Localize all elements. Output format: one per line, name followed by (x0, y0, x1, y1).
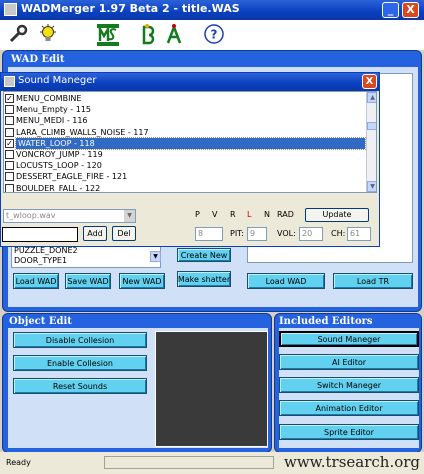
object-preview[interactable] (155, 331, 268, 447)
help-icon[interactable]: ? (202, 23, 226, 47)
sound-list-item[interactable]: DESSERT_EAGLE_FIRE - 121 (4, 171, 364, 182)
app-title: WADMerger 1.97 Beta 2 - title.WAS (21, 2, 240, 15)
chevron-down-icon[interactable]: ▼ (150, 251, 161, 262)
sound-list-item-label: MENU_COMBINE (16, 94, 82, 103)
checkbox[interactable] (5, 116, 14, 126)
sound-list-item-label: VONCROY_JUMP - 119 (16, 150, 103, 159)
make-shatter-button[interactable]: Make shatter (177, 271, 231, 287)
del-button[interactable]: Del (112, 226, 136, 241)
load-wad-button[interactable]: Load WAD (13, 273, 59, 289)
switch-maneger-button[interactable]: Switch Maneger (279, 377, 419, 393)
animation-editor-button[interactable]: Animation Editor (279, 400, 419, 416)
lightbulb-icon[interactable] (36, 23, 60, 47)
dialog-close-button[interactable]: X (362, 74, 377, 89)
enable-collision-button[interactable]: Enable Collesion (13, 355, 147, 371)
checkbox[interactable] (5, 172, 14, 182)
object-edit-title: Object Edit (9, 316, 72, 327)
status-bar: Ready www.trsearch.org (0, 452, 424, 474)
ai-editor-button[interactable]: AI Editor (279, 354, 419, 370)
wad-edit-title: WAD Edit (11, 54, 65, 65)
load-wad-right-button[interactable]: Load WAD (247, 273, 325, 289)
dialog-title: Sound Maneger (18, 75, 97, 86)
sound-list-item-label: LARA_CLIMB_WALLS_NOISE - 117 (16, 127, 149, 137)
checkbox[interactable] (5, 183, 14, 192)
left-object-list[interactable]: PUZZLE_DONE2 DOOR_TYPE1 (11, 244, 161, 268)
save-wad-button[interactable]: Save WAD (65, 273, 111, 289)
sound-list-item[interactable]: ✓ MENU_COMBINE (4, 93, 364, 104)
new-wad-button[interactable]: New WAD (119, 273, 165, 289)
update-button[interactable]: Update (305, 208, 369, 222)
ch-label: CH: (331, 229, 346, 238)
checkbox[interactable]: ✓ (5, 94, 14, 103)
disable-collision-button[interactable]: Disable Collesion (13, 332, 147, 348)
flag-l-label: L (247, 210, 252, 219)
sound-list-item-label: LOCUSTS_LOOP - 120 (16, 161, 102, 171)
flag-p-label: P (195, 210, 200, 219)
first-value-field[interactable]: 8 (195, 227, 223, 241)
included-editors-panel: Included Editors Sound Maneger AI Editor… (274, 313, 422, 453)
flag-r-label: R (230, 210, 236, 219)
chevron-down-icon[interactable]: ▼ (124, 210, 135, 222)
scroll-down-icon[interactable]: ▼ (367, 181, 376, 192)
checkbox[interactable] (5, 161, 14, 171)
sound-list-item[interactable]: LOCUSTS_LOOP - 120 (4, 160, 364, 171)
list-item[interactable]: PUZZLE_DONE2 (14, 246, 160, 256)
scroll-up-icon[interactable]: ▲ (367, 92, 376, 103)
sound-name-input[interactable] (2, 227, 78, 242)
add-button[interactable]: Add (83, 226, 107, 241)
list-item[interactable]: DOOR_TYPE1 (14, 256, 160, 266)
sound-list-item[interactable]: MENU_MEDI - 116 (4, 115, 364, 126)
minimize-button[interactable]: _ (382, 2, 399, 18)
status-text: Ready (6, 458, 31, 467)
pit-label: PIT: (230, 229, 244, 238)
sound-list-item[interactable]: LARA_CLIMB_WALLS_NOISE - 117 (4, 127, 364, 138)
flag-rad-label: RAD (277, 210, 294, 219)
sound-list-item-label: Menu_Empty - 115 (16, 105, 92, 115)
sound-maneger-button[interactable]: Sound Maneger (279, 331, 419, 347)
vol-field[interactable]: 20 (299, 227, 323, 241)
sound-list[interactable]: ✓ MENU_COMBINE Menu_Empty - 115 MENU_MEDI -… (3, 91, 377, 193)
green-letters-icon[interactable] (140, 23, 186, 47)
wad-tool-icon[interactable] (96, 23, 120, 47)
toolbar: ? (0, 20, 424, 50)
app-titlebar[interactable]: WADMerger 1.97 Beta 2 - title.WAS _ X (0, 0, 424, 20)
checkbox[interactable]: ✓ (5, 138, 14, 148)
reset-sounds-button[interactable]: Reset Sounds (13, 378, 147, 394)
object-edit-panel: Object Edit Disable Collesion Enable Col… (2, 313, 272, 453)
sound-list-item[interactable]: Menu_Empty - 115 (4, 104, 364, 115)
pit-field[interactable]: 9 (247, 227, 267, 241)
watermark-text: www.trsearch.org (284, 453, 421, 471)
sound-list-item-label: BOULDER_FALL - 122 (16, 183, 101, 193)
scroll-thumb[interactable] (367, 122, 376, 130)
included-editors-title: Included Editors (279, 316, 373, 327)
sound-list-item-label: MENU_MEDI - 116 (16, 116, 88, 126)
wrench-icon[interactable] (6, 23, 30, 47)
vol-label: VOL: (277, 229, 296, 238)
create-new-button[interactable]: Create New (177, 248, 231, 262)
dialog-titlebar[interactable]: Sound Maneger X (1, 73, 379, 91)
app-icon (4, 3, 17, 16)
wav-file-select[interactable]: t_wloop.wav (3, 209, 136, 223)
dialog-app-icon (4, 76, 15, 87)
progress-bar (104, 456, 274, 469)
sound-maneger-dialog: Sound Maneger X ✓ MENU_COMBINE Menu_Empty … (0, 72, 380, 247)
sound-list-item[interactable]: BOULDER_FALL - 122 (4, 183, 364, 193)
checkbox[interactable] (5, 127, 14, 137)
load-tr-button[interactable]: Load TR (333, 273, 413, 289)
close-button[interactable]: X (402, 2, 419, 18)
ch-field[interactable]: 61 (347, 227, 371, 241)
sprite-editor-button[interactable]: Sprite Editor (279, 424, 419, 440)
sound-list-scrollbar[interactable]: ▲ ▼ (366, 92, 376, 192)
sound-list-item[interactable]: VONCROY_JUMP - 119 (4, 149, 364, 160)
sound-list-item[interactable]: ✓ WATER_LOOP - 118 (4, 136, 366, 150)
flag-v-label: V (212, 210, 218, 219)
sound-list-item-label: WATER_LOOP - 118 (15, 136, 366, 150)
svg-text:?: ? (211, 28, 218, 42)
sound-list-item-label: DESSERT_EAGLE_FIRE - 121 (16, 172, 128, 182)
checkbox[interactable] (5, 150, 14, 159)
flag-n-label: N (264, 210, 270, 219)
checkbox[interactable] (5, 105, 14, 115)
